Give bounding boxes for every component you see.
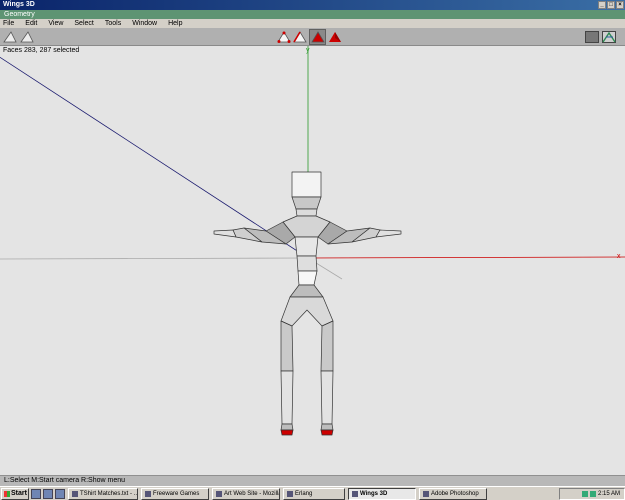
- y-axis-label: y: [306, 47, 310, 54]
- menu-window[interactable]: Window: [132, 19, 157, 28]
- network-icon[interactable]: [581, 490, 588, 497]
- menu-select[interactable]: Select: [74, 19, 93, 28]
- menu-help[interactable]: Help: [168, 19, 182, 28]
- quicklaunch-browser-icon[interactable]: [55, 488, 65, 499]
- menu-view[interactable]: View: [48, 19, 63, 28]
- folder-icon: [145, 490, 151, 497]
- edge-mode-icon[interactable]: [293, 31, 307, 43]
- toolbar: [0, 28, 625, 46]
- mozilla-icon: [216, 490, 222, 497]
- task-label: Art Web Site - Mozilla: [224, 490, 280, 497]
- negative-x-axis: [0, 257, 309, 260]
- selected-face-left-foot: [280, 429, 294, 436]
- taskbar-item-photoshop[interactable]: Adobe Photoshop: [419, 487, 487, 500]
- menu-edit[interactable]: Edit: [25, 19, 37, 28]
- wireframe-toggle-icon[interactable]: [602, 31, 616, 43]
- wings3d-window: Wings 3D _ □ × Geometry File Edit View S…: [0, 0, 625, 486]
- photoshop-icon: [423, 490, 429, 497]
- scene-canvas[interactable]: x y: [0, 46, 625, 475]
- taskbar-item-mozilla[interactable]: Art Web Site - Mozilla: [212, 487, 280, 500]
- task-label: TShirt Matches.txt - ...: [80, 490, 138, 497]
- start-button[interactable]: Start: [1, 487, 29, 500]
- task-label: Erlang: [295, 490, 313, 497]
- task-label: Adobe Photoshop: [431, 490, 479, 497]
- quicklaunch-desktop-icon[interactable]: [31, 488, 41, 499]
- geometry-window-bar[interactable]: Geometry: [0, 10, 625, 19]
- undo-icon[interactable]: [3, 31, 17, 43]
- window-title: Wings 3D: [3, 1, 35, 8]
- taskbar-item-tshirt-matches[interactable]: TShirt Matches.txt - ...: [68, 487, 138, 500]
- title-bar[interactable]: Wings 3D _ □ ×: [0, 0, 625, 10]
- window-controls: _ □ ×: [598, 1, 624, 9]
- close-button[interactable]: ×: [616, 1, 624, 9]
- system-tray: 2:15 AM: [559, 487, 625, 500]
- 3d-viewport[interactable]: Faces 283, 287 selected x y: [0, 46, 625, 475]
- menu-bar: File Edit View Select Tools Window Help: [0, 19, 625, 28]
- volume-icon[interactable]: [589, 490, 596, 497]
- notepad-icon: [72, 490, 78, 497]
- erlang-icon: [287, 490, 293, 497]
- quicklaunch-explorer-icon[interactable]: [43, 488, 53, 499]
- status-bar: L:Select M:Start camera R:Show menu: [0, 475, 625, 486]
- task-label: Wings 3D: [360, 490, 388, 497]
- maximize-button[interactable]: □: [607, 1, 615, 9]
- character-mesh[interactable]: [213, 171, 402, 436]
- selected-face-right-foot: [320, 429, 334, 436]
- smooth-preview-icon[interactable]: [585, 31, 599, 43]
- x-axis-label: x: [617, 253, 621, 260]
- z-axis: [0, 56, 309, 259]
- object-mode-icon[interactable]: [328, 31, 342, 43]
- redo-icon[interactable]: [20, 31, 34, 43]
- taskbar-item-freeware-games[interactable]: Freeware Games: [141, 487, 209, 500]
- windows-taskbar: Start TShirt Matches.txt - ... Freeware …: [0, 486, 625, 500]
- menu-tools[interactable]: Tools: [105, 19, 121, 28]
- windows-logo-icon: [4, 490, 10, 497]
- wings3d-icon: [352, 490, 358, 497]
- clock[interactable]: 2:15 AM: [598, 491, 620, 497]
- taskbar-item-erlang[interactable]: Erlang: [283, 487, 345, 500]
- start-label: Start: [11, 490, 27, 497]
- face-mode-icon: [311, 31, 325, 43]
- face-mode-button[interactable]: [309, 29, 326, 45]
- menu-file[interactable]: File: [3, 19, 14, 28]
- vertex-mode-icon[interactable]: [277, 31, 291, 43]
- minimize-button[interactable]: _: [598, 1, 606, 9]
- x-axis: [307, 256, 625, 259]
- taskbar-item-wings3d[interactable]: Wings 3D: [348, 487, 416, 500]
- task-label: Freeware Games: [153, 490, 200, 497]
